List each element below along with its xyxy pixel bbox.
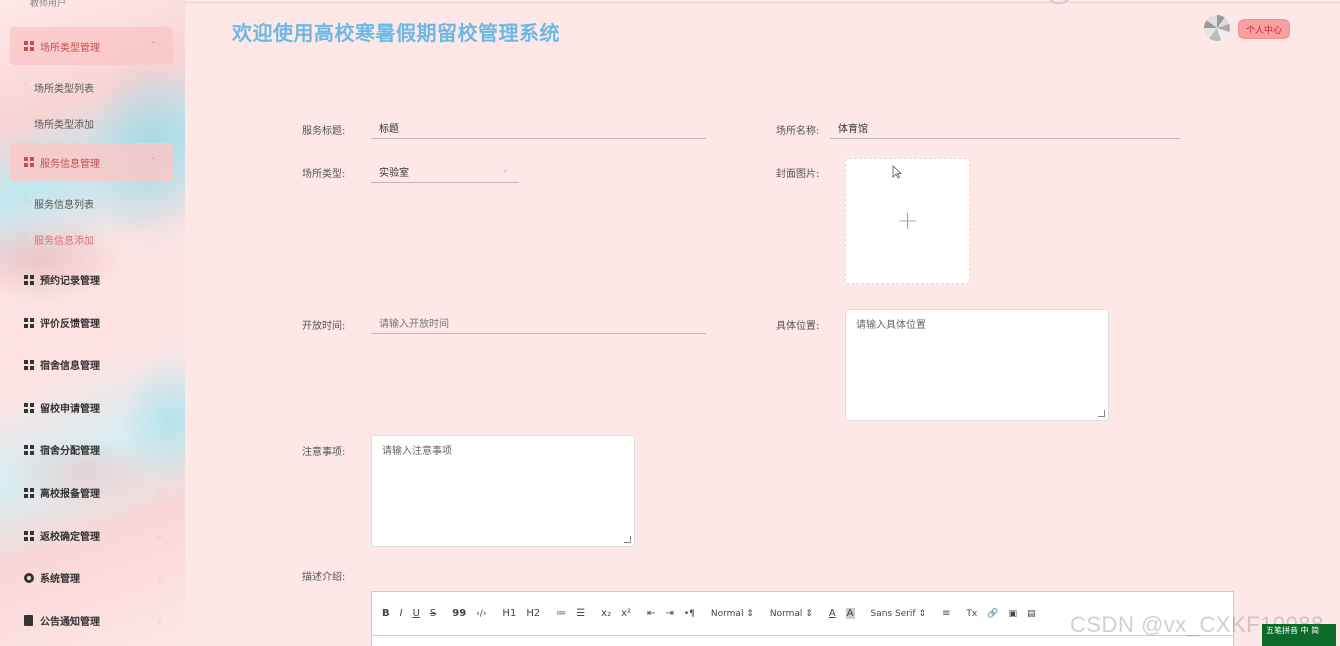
sidebar-subitem-venue-type-add[interactable]: 场所类型添加: [22, 115, 94, 131]
location-textarea[interactable]: 请输入具体位置: [845, 309, 1109, 421]
venue-type-value: 实验室: [379, 168, 409, 179]
venue-name-label: 场所名称:: [776, 126, 820, 137]
outdent-button[interactable]: ⇤: [647, 608, 655, 619]
ordered-list-button[interactable]: ≔: [556, 608, 566, 619]
chevron-up-icon: ⌃: [149, 157, 157, 167]
sidebar-group-service-info[interactable]: 服务信息管理 ⌃: [10, 143, 173, 181]
sidebar-item-label: 评价反馈管理: [40, 319, 100, 330]
mouse-cursor-icon: [892, 165, 902, 179]
notes-textarea[interactable]: 请输入注意事项: [371, 435, 635, 547]
header1-button[interactable]: H1: [502, 608, 516, 619]
sidebar-group-label: 场所类型管理: [40, 42, 100, 54]
document-icon: [24, 615, 33, 626]
align-button[interactable]: ≡: [942, 608, 950, 619]
venue-type-select[interactable]: 实验室 ⌄: [371, 161, 519, 183]
sidebar-item-label: 系统管理: [40, 574, 80, 585]
sidebar-item-label: 留校申请管理: [40, 404, 100, 415]
italic-button[interactable]: I: [400, 608, 403, 619]
text-direction-button[interactable]: •¶: [684, 609, 695, 619]
underline-button[interactable]: U: [413, 608, 420, 619]
header-select[interactable]: Normal ⇕: [770, 609, 813, 619]
menu-grid-icon: [24, 444, 34, 455]
sidebar-item-label: 宿舍信息管理: [40, 361, 100, 372]
sidebar-item-label: 离校报备管理: [40, 489, 100, 500]
sidebar-subitem-venue-type-list[interactable]: 场所类型列表: [22, 79, 94, 95]
sidebar-item-label: 宿舍分配管理: [40, 446, 100, 457]
venue-type-label: 场所类型:: [302, 169, 346, 180]
bold-button[interactable]: B: [382, 608, 390, 619]
sidebar-item-leave-report[interactable]: 离校报备管理 ⌄: [24, 485, 164, 500]
sidebar: 教师用户 场所类型管理 ⌃ 场所类型列表 场所类型添加 服务信息管理 ⌃ 服务信…: [0, 0, 185, 646]
font-select[interactable]: Sans Serif ⇕: [871, 609, 927, 619]
sidebar-item-stay-application[interactable]: 留校申请管理: [24, 400, 100, 415]
menu-grid-icon: [24, 402, 34, 413]
header-divider: [185, 2, 1340, 3]
menu-grid-icon: [24, 359, 34, 370]
subscript-button[interactable]: x₂: [601, 608, 611, 619]
font-color-button[interactable]: A: [829, 608, 836, 619]
chevron-down-icon: ⌄: [156, 615, 164, 626]
location-label: 具体位置:: [776, 321, 820, 332]
notes-label: 注意事项:: [302, 447, 346, 458]
chevron-down-icon: ⌄: [156, 487, 164, 498]
sidebar-group-venue-type[interactable]: 场所类型管理 ⌃: [10, 27, 173, 65]
ime-status-bar[interactable]: 五笔拼音 中 简: [1262, 624, 1336, 646]
sidebar-group-label: 服务信息管理: [40, 158, 100, 170]
cover-image-upload[interactable]: +: [845, 158, 970, 284]
chevron-down-icon: ⌄: [156, 572, 164, 583]
menu-grid-icon: [24, 317, 34, 328]
description-label: 描述介绍:: [302, 572, 346, 583]
open-time-label: 开放时间:: [302, 321, 346, 332]
superscript-button[interactable]: x²: [621, 608, 631, 619]
code-block-button[interactable]: ‹/›: [476, 609, 486, 619]
plus-icon: +: [896, 206, 919, 236]
indent-button[interactable]: ⇥: [665, 608, 673, 619]
clean-format-button[interactable]: Tx: [966, 609, 977, 619]
service-title-input[interactable]: 标题: [371, 117, 706, 139]
open-time-input[interactable]: 请输入开放时间: [371, 312, 706, 334]
sidebar-item-label: 返校确定管理: [40, 532, 100, 543]
menu-grid-icon: [24, 157, 34, 167]
sidebar-item-dorm-info[interactable]: 宿舍信息管理: [24, 357, 100, 372]
sidebar-item-label: 公告通知管理: [40, 617, 100, 628]
menu-grid-icon: [24, 530, 34, 541]
background-color-button[interactable]: A: [845, 608, 855, 619]
gear-icon: [24, 572, 34, 583]
video-button[interactable]: ▤: [1027, 609, 1036, 619]
header2-button[interactable]: H2: [526, 608, 540, 619]
strike-button[interactable]: S: [430, 608, 436, 619]
service-title-label: 服务标题:: [302, 126, 346, 137]
sidebar-item-return-confirm[interactable]: 返校确定管理 ⌄: [24, 528, 164, 543]
cover-image-label: 封面图片:: [776, 169, 820, 180]
sidebar-item-announcements[interactable]: 公告通知管理 ⌄: [24, 613, 164, 628]
menu-grid-icon: [24, 274, 34, 285]
user-center-button[interactable]: 个人中心: [1238, 19, 1291, 39]
sidebar-item-reservations[interactable]: 预约记录管理: [24, 272, 100, 287]
bullet-list-button[interactable]: ☰: [576, 608, 585, 619]
sidebar-item-system[interactable]: 系统管理 ⌄: [24, 570, 164, 585]
size-select[interactable]: Normal ⇕: [711, 609, 754, 619]
menu-grid-icon: [24, 487, 34, 498]
sidebar-subitem-service-add[interactable]: 服务信息添加: [22, 231, 94, 247]
sidebar-item-faded[interactable]: 教师用户: [30, 0, 66, 9]
link-button[interactable]: 🔗: [987, 609, 998, 619]
chevron-down-icon: ⌄: [501, 165, 509, 175]
blockquote-button[interactable]: 99: [452, 608, 466, 619]
avatar[interactable]: [1204, 15, 1230, 41]
page-title: 欢迎使用高校寒暑假期留校管理系统: [232, 21, 560, 45]
sidebar-item-label: 预约记录管理: [40, 276, 100, 287]
venue-name-input[interactable]: 体育馆: [830, 117, 1180, 139]
image-button[interactable]: ▣: [1008, 609, 1017, 619]
chevron-down-icon: ⌄: [156, 530, 164, 541]
menu-grid-icon: [24, 41, 34, 51]
chevron-up-icon: ⌃: [149, 41, 157, 51]
sidebar-subitem-service-list[interactable]: 服务信息列表: [22, 195, 94, 211]
sidebar-item-dorm-assignment[interactable]: 宿舍分配管理: [24, 442, 100, 457]
sidebar-item-feedback[interactable]: 评价反馈管理: [24, 315, 100, 330]
